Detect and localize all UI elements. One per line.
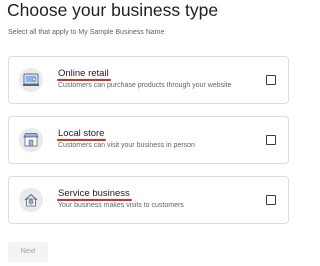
- option-description: Your business makes visits to customers: [58, 202, 184, 209]
- local-store-checkbox[interactable]: [266, 135, 276, 145]
- computer-cart-icon: [19, 68, 43, 92]
- annotation-underline: [57, 79, 111, 81]
- option-description: Customers can visit your business in per…: [58, 142, 195, 149]
- page-title: Choose your business type: [7, 0, 219, 20]
- next-button[interactable]: Next: [8, 242, 48, 262]
- storefront-icon: [19, 128, 43, 152]
- option-description: Customers can purchase products through …: [58, 82, 232, 89]
- service-business-checkbox[interactable]: [266, 195, 276, 205]
- option-card-local-store[interactable]: Local store Customers can visit your bus…: [8, 116, 289, 164]
- option-card-service-business[interactable]: Service business Your business makes vis…: [8, 176, 289, 224]
- option-title: Local store: [57, 128, 107, 141]
- home-service-icon: [19, 188, 43, 212]
- page-subtitle: Select all that apply to My Sample Busin…: [8, 29, 165, 36]
- online-retail-checkbox[interactable]: [266, 75, 276, 85]
- annotation-underline: [57, 139, 107, 141]
- option-card-online-retail[interactable]: Online retail Customers can purchase pro…: [8, 56, 289, 104]
- option-title: Service business: [57, 188, 132, 201]
- annotation-underline: [57, 199, 132, 201]
- option-title: Online retail: [57, 68, 111, 81]
